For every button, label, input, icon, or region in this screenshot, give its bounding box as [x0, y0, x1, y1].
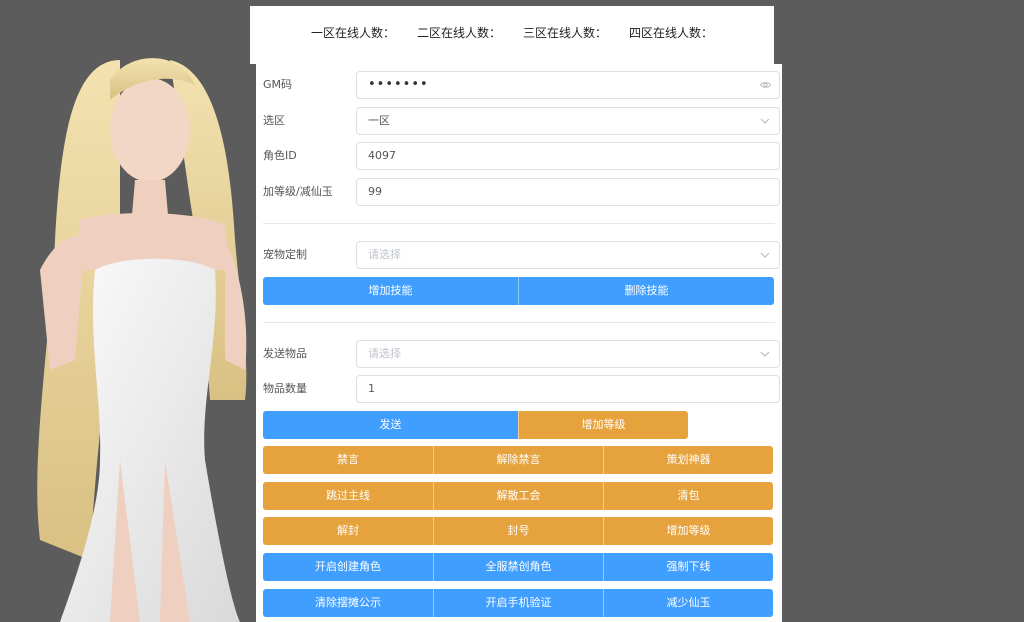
- role-id-label: 角色ID: [263, 149, 297, 162]
- zone-value: 一区: [368, 114, 390, 127]
- action-row-3: 解封 封号 增加等级: [263, 517, 773, 545]
- item-qty-label: 物品数量: [263, 382, 307, 395]
- delete-skill-button[interactable]: 删除技能: [518, 277, 774, 305]
- action-row-5: 清除摆摊公示 开启手机验证 减少仙玉: [263, 589, 773, 617]
- action-row-1: 禁言 解除禁言 策划神器: [263, 446, 773, 474]
- force-offline-button[interactable]: 强制下线: [603, 553, 773, 581]
- reduce-jade-button[interactable]: 减少仙玉: [603, 589, 773, 617]
- gm-form: GM码 ••••••• 选区 一区 角色ID 4097 加等级/减仙玉 99 宠…: [256, 64, 782, 622]
- server-1-online-label: 一区在线人数：: [310, 26, 395, 40]
- pet-select[interactable]: 请选择: [356, 241, 780, 269]
- item-qty-value: 1: [368, 382, 375, 395]
- pet-label: 宠物定制: [263, 248, 307, 261]
- gm-code-row: GM码 •••••••: [263, 71, 780, 99]
- eye-icon[interactable]: [759, 72, 771, 98]
- disband-guild-button[interactable]: 解散工会: [433, 482, 603, 510]
- server-status-panel: 一区在线人数： 二区在线人数： 三区在线人数： 四区在线人数：: [250, 6, 774, 64]
- send-button[interactable]: 发送: [263, 411, 518, 439]
- item-select[interactable]: 请选择: [356, 340, 780, 368]
- pet-row: 宠物定制 请选择: [263, 241, 780, 269]
- ban-create-role-all-button[interactable]: 全服禁创角色: [433, 553, 603, 581]
- add-level-button[interactable]: 增加等级: [518, 411, 688, 439]
- pet-placeholder: 请选择: [368, 248, 401, 261]
- mute-button[interactable]: 禁言: [263, 446, 433, 474]
- level-jade-value: 99: [368, 185, 382, 198]
- action-row-2: 跳过主线 解散工会 清包: [263, 482, 773, 510]
- level-jade-input[interactable]: 99: [356, 178, 780, 206]
- clear-bag-button[interactable]: 清包: [603, 482, 773, 510]
- enable-phone-verify-button[interactable]: 开启手机验证: [433, 589, 603, 617]
- item-qty-input[interactable]: 1: [356, 375, 780, 403]
- server-online-list: 一区在线人数： 二区在线人数： 三区在线人数： 四区在线人数：: [250, 24, 774, 41]
- enable-create-role-button[interactable]: 开启创建角色: [263, 553, 433, 581]
- zone-select[interactable]: 一区: [356, 107, 780, 135]
- send-button-group: 发送 增加等级: [263, 411, 688, 439]
- action-row-4: 开启创建角色 全服禁创角色 强制下线: [263, 553, 773, 581]
- gm-code-label: GM码: [263, 78, 293, 91]
- role-id-value: 4097: [368, 149, 396, 162]
- server-2-online-label: 二区在线人数：: [416, 26, 501, 40]
- item-label: 发送物品: [263, 347, 307, 360]
- character-illustration: [37, 58, 247, 622]
- page: 一区在线人数： 二区在线人数： 三区在线人数： 四区在线人数： GM码 ••••…: [0, 0, 1024, 622]
- zone-row: 选区 一区: [263, 107, 780, 135]
- divider: [263, 223, 775, 224]
- ban-account-button[interactable]: 封号: [433, 517, 603, 545]
- level-jade-label: 加等级/减仙玉: [263, 185, 333, 198]
- divider: [263, 322, 775, 323]
- planner-artifact-button[interactable]: 策划神器: [603, 446, 773, 474]
- item-qty-row: 物品数量 1: [263, 375, 780, 403]
- unmute-button[interactable]: 解除禁言: [433, 446, 603, 474]
- gm-code-input[interactable]: •••••••: [356, 71, 780, 99]
- add-level-button-2[interactable]: 增加等级: [603, 517, 773, 545]
- zone-label: 选区: [263, 114, 285, 127]
- chevron-down-icon: [759, 341, 771, 367]
- server-4-online-label: 四区在线人数：: [629, 26, 714, 40]
- item-row: 发送物品 请选择: [263, 340, 780, 368]
- server-3-online-label: 三区在线人数：: [523, 26, 608, 40]
- add-skill-button[interactable]: 增加技能: [263, 277, 518, 305]
- chevron-down-icon: [759, 242, 771, 268]
- level-jade-row: 加等级/减仙玉 99: [263, 178, 780, 206]
- chevron-down-icon: [759, 108, 771, 134]
- clear-stall-notice-button[interactable]: 清除摆摊公示: [263, 589, 433, 617]
- skip-main-quest-button[interactable]: 跳过主线: [263, 482, 433, 510]
- role-id-row: 角色ID 4097: [263, 142, 780, 170]
- gm-code-value: •••••••: [368, 77, 429, 92]
- skill-button-group: 增加技能 删除技能: [263, 277, 774, 305]
- item-placeholder: 请选择: [368, 347, 401, 360]
- role-id-input[interactable]: 4097: [356, 142, 780, 170]
- unban-button[interactable]: 解封: [263, 517, 433, 545]
